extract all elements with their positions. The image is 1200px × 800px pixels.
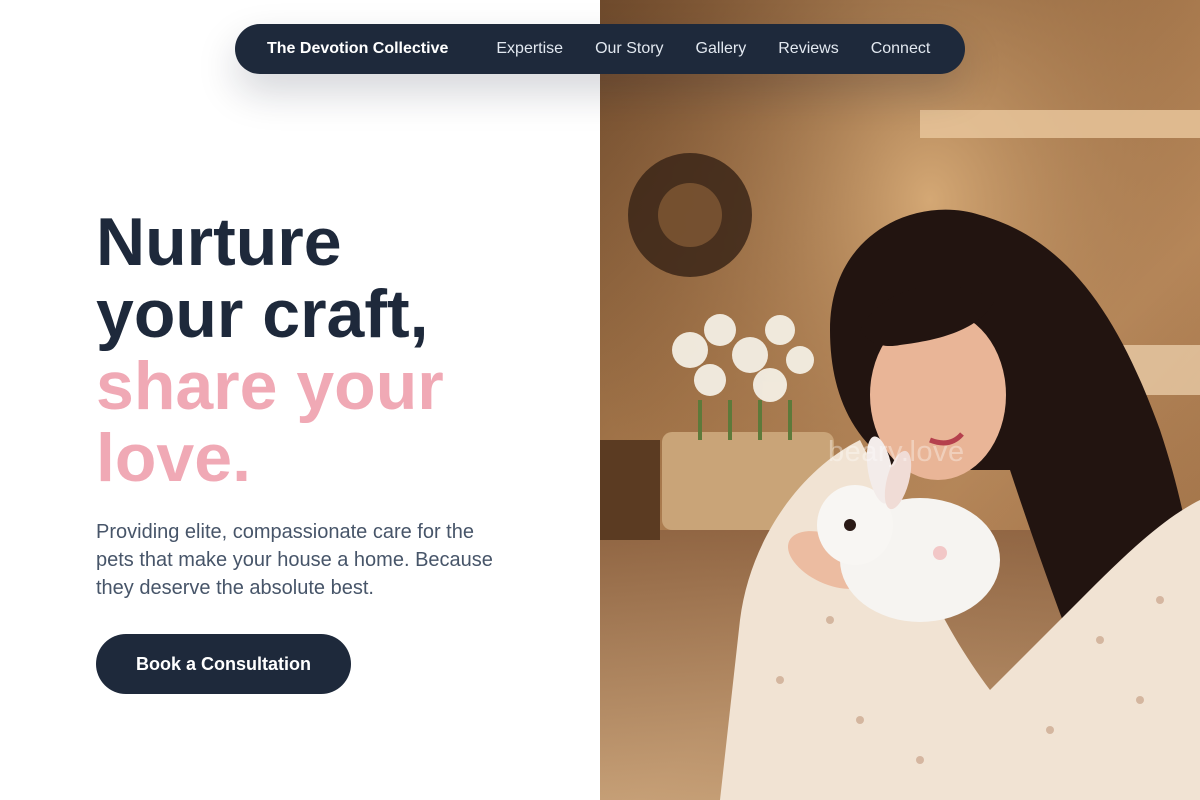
- headline-line-1: Nurture: [96, 204, 342, 280]
- hero-subtext: Providing elite, compassionate care for …: [96, 521, 493, 599]
- nav-link-gallery[interactable]: Gallery: [696, 40, 747, 58]
- headline-line-2: your craft,: [96, 276, 429, 352]
- brand-logo-text[interactable]: The Devotion Collective: [267, 40, 448, 58]
- nav-link-expertise[interactable]: Expertise: [496, 40, 563, 58]
- headline-line-4: love.: [96, 420, 251, 496]
- nav-link-our-story[interactable]: Our Story: [595, 40, 663, 58]
- headline-line-3: share your: [96, 348, 444, 424]
- nav-link-connect[interactable]: Connect: [871, 40, 931, 58]
- hero-photo: beary.love: [600, 0, 1200, 800]
- nav-link-reviews[interactable]: Reviews: [778, 40, 838, 58]
- photo-watermark: beary.love: [828, 436, 965, 468]
- top-nav: The Devotion Collective Expertise Our St…: [235, 24, 965, 74]
- hero-photo-illustration: [600, 0, 1200, 800]
- nav-links: Expertise Our Story Gallery Reviews Conn…: [496, 40, 930, 58]
- hero-headline: Nurture your craft, share your love.: [96, 206, 444, 494]
- book-consultation-button[interactable]: Book a Consultation: [96, 634, 351, 694]
